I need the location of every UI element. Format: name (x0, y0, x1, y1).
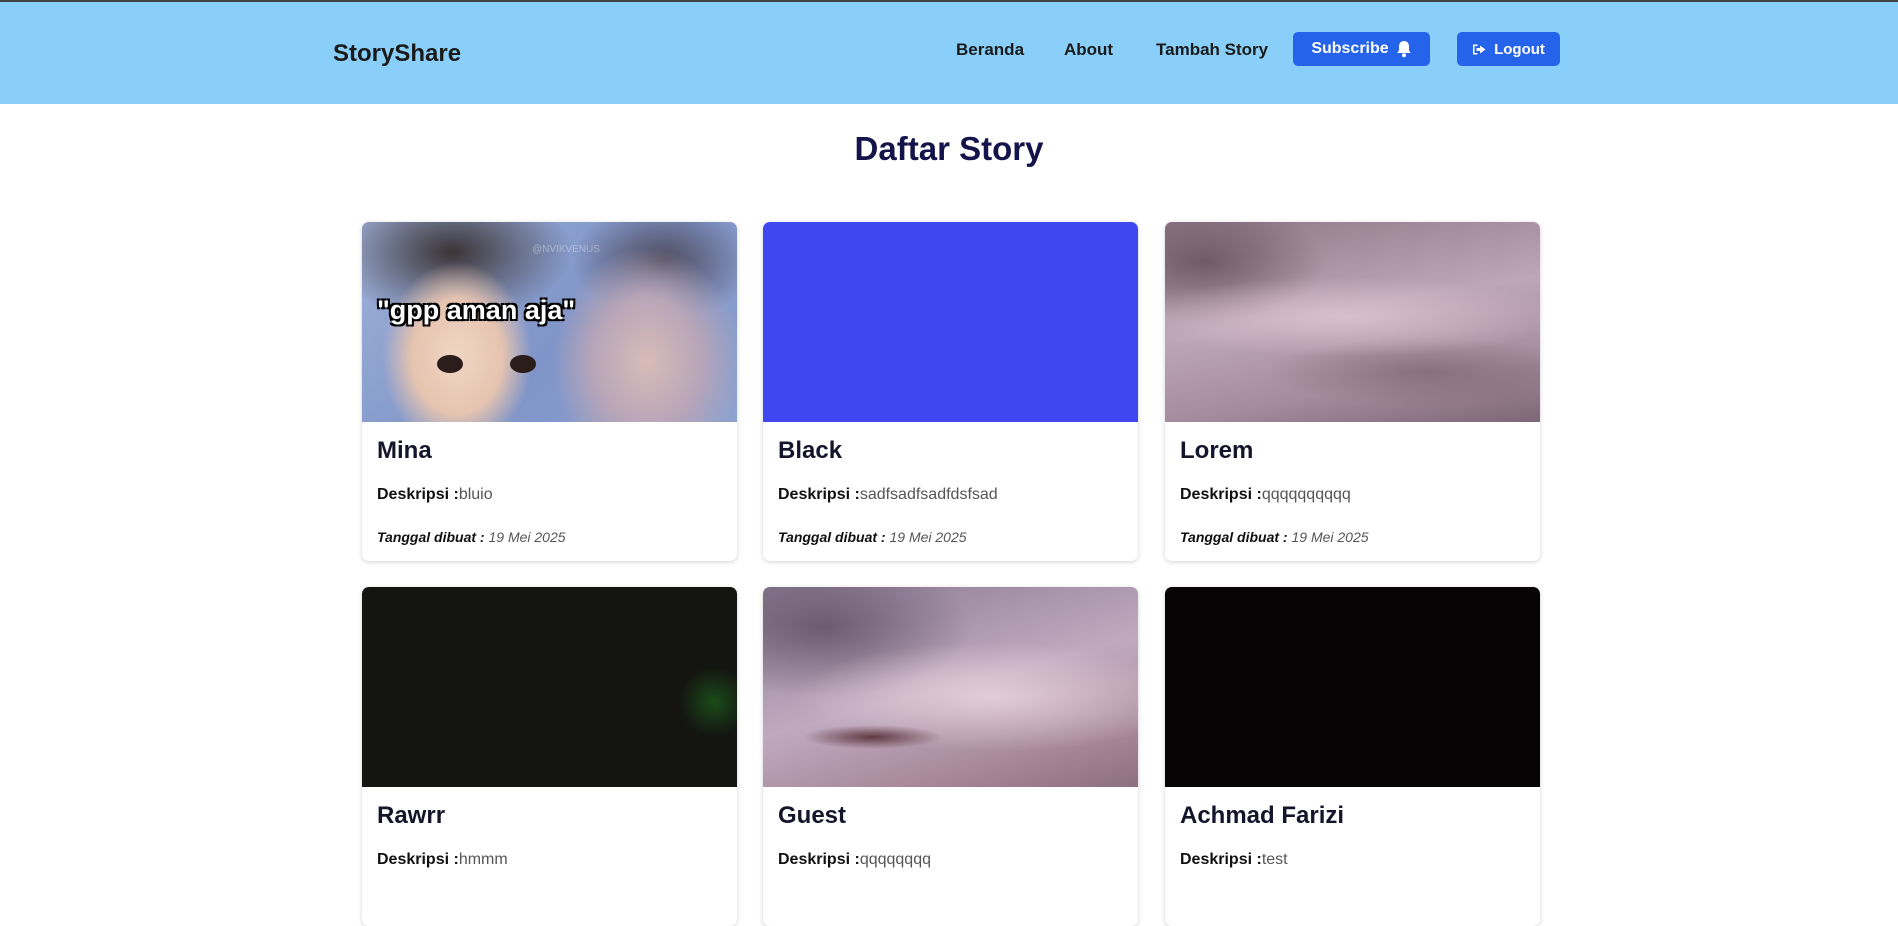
story-description: Deskripsi :qqqqqqqq (778, 851, 931, 869)
description-label: Deskripsi : (778, 486, 860, 503)
logout-icon (1472, 43, 1487, 56)
description-value: test (1261, 851, 1288, 868)
description-label: Deskripsi : (1180, 486, 1262, 503)
date-label: Tanggal dibuat : (778, 529, 886, 545)
story-date: Tanggal dibuat : 19 Mei 2025 (778, 529, 967, 545)
logout-label: Logout (1494, 40, 1545, 58)
bell-icon (1396, 40, 1412, 58)
story-name: Mina (377, 437, 432, 464)
left-eye-icon (437, 355, 463, 373)
description-label: Deskripsi : (377, 851, 459, 868)
nav-link-beranda[interactable]: Beranda (956, 40, 1024, 60)
nav-link-tambah-story[interactable]: Tambah Story (1156, 40, 1268, 60)
story-name: Rawrr (377, 802, 446, 829)
right-eye-icon (510, 355, 536, 373)
image-caption: "gpp aman aja" (377, 295, 576, 325)
story-image (1165, 587, 1540, 787)
story-description: Deskripsi :hmmm (377, 851, 508, 869)
story-image (763, 587, 1138, 787)
story-card[interactable]: Achmad Farizi Deskripsi :test (1165, 587, 1540, 926)
story-date: Tanggal dibuat : 19 Mei 2025 (377, 529, 566, 545)
story-image (1165, 222, 1540, 422)
story-card[interactable]: Lorem Deskripsi :qqqqqqqqqq Tanggal dibu… (1165, 222, 1540, 561)
story-image: @NVIKVENUS "gpp aman aja" (362, 222, 737, 422)
story-description: Deskripsi :bluio (377, 486, 493, 504)
story-card[interactable]: Black Deskripsi :sadfsadfsadfdsfsad Tang… (763, 222, 1138, 561)
description-label: Deskripsi : (778, 851, 860, 868)
description-value: qqqqqqqqqq (1261, 486, 1351, 503)
story-card[interactable]: Guest Deskripsi :qqqqqqqq (763, 587, 1138, 926)
story-name: Guest (778, 802, 847, 829)
story-description: Deskripsi :sadfsadfsadfdsfsad (778, 486, 998, 504)
navbar: StoryShare Beranda About Tambah Story Su… (0, 2, 1898, 104)
subscribe-button[interactable]: Subscribe (1293, 32, 1430, 66)
story-name: Achmad Farizi (1180, 802, 1345, 829)
description-value: hmmm (458, 851, 508, 868)
date-label: Tanggal dibuat : (377, 529, 485, 545)
image-watermark: @NVIKVENUS (532, 244, 600, 255)
page-title: Daftar Story (854, 130, 1044, 167)
description-value: qqqqqqqq (859, 851, 931, 868)
subscribe-label: Subscribe (1311, 40, 1389, 57)
story-name: Lorem (1180, 437, 1254, 464)
date-value: 19 Mei 2025 (889, 529, 967, 545)
story-name: Black (778, 437, 843, 464)
date-label: Tanggal dibuat : (1180, 529, 1288, 545)
description-label: Deskripsi : (1180, 851, 1262, 868)
story-card[interactable]: Rawrr Deskripsi :hmmm (362, 587, 737, 926)
story-image (763, 222, 1138, 422)
story-description: Deskripsi :test (1180, 851, 1288, 869)
story-image (362, 587, 737, 787)
story-card[interactable]: @NVIKVENUS "gpp aman aja" Mina Deskripsi… (362, 222, 737, 561)
date-value: 19 Mei 2025 (1291, 529, 1369, 545)
story-date: Tanggal dibuat : 19 Mei 2025 (1180, 529, 1369, 545)
date-value: 19 Mei 2025 (488, 529, 566, 545)
description-value: sadfsadfsadfdsfsad (859, 486, 998, 503)
nav-link-about[interactable]: About (1064, 40, 1113, 60)
story-description: Deskripsi :qqqqqqqqqq (1180, 486, 1351, 504)
logout-button[interactable]: Logout (1457, 32, 1560, 66)
brand-logo[interactable]: StoryShare (333, 40, 461, 68)
description-value: bluio (458, 486, 493, 503)
description-label: Deskripsi : (377, 486, 459, 503)
